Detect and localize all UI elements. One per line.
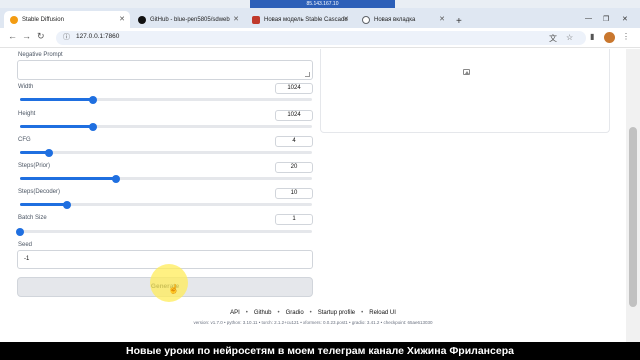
height-slider-fill bbox=[20, 125, 93, 128]
batch-size-slider-thumb[interactable] bbox=[16, 227, 24, 236]
steps-prior-label: Steps(Prior) bbox=[18, 163, 51, 169]
close-window-icon[interactable]: ✕ bbox=[622, 15, 628, 23]
steps-decoder-slider[interactable] bbox=[20, 200, 312, 209]
version-info: version: v1.7.0 • python: 3.10.11 • torc… bbox=[193, 320, 433, 325]
width-slider-thumb[interactable] bbox=[89, 95, 97, 104]
url-text: 127.0.0.1:7860 bbox=[76, 33, 120, 40]
steps-prior-slider-thumb[interactable] bbox=[112, 174, 121, 183]
click-highlight bbox=[150, 264, 188, 302]
remote-host-label[interactable]: 85.143.167.10 bbox=[250, 0, 395, 8]
footer-link-api[interactable]: API bbox=[230, 310, 240, 316]
stable-diffusion-favicon-icon bbox=[10, 15, 18, 24]
negative-prompt-label: Negative Prompt bbox=[18, 52, 63, 58]
page-scrollbar[interactable] bbox=[626, 49, 640, 342]
cfg-slider-thumb[interactable] bbox=[45, 148, 54, 157]
batch-size-slider[interactable] bbox=[16, 227, 312, 236]
footer-separator: • bbox=[309, 310, 312, 316]
tab-title: GitHub - blue-pen5805/sdweb bbox=[150, 16, 230, 23]
footer-link-startup-profile[interactable]: Startup profile bbox=[318, 310, 355, 316]
scrollbar-thumb[interactable] bbox=[629, 127, 637, 307]
remote-desktop-bar: 85.143.167.10 bbox=[0, 0, 640, 8]
image-placeholder-icon bbox=[463, 69, 470, 75]
negative-prompt-textarea[interactable] bbox=[17, 60, 313, 80]
tab-stable-diffusion[interactable]: Stable Diffusion ✕ bbox=[4, 11, 130, 28]
batch-size-number-input[interactable]: 1 bbox=[275, 214, 313, 225]
steps-decoder-slider-fill bbox=[20, 203, 67, 206]
footer-links: API • Github • Gradio • Startup profile • Reload… bbox=[0, 310, 626, 316]
tab-new-tab[interactable]: Новая вкладка ✕ bbox=[356, 11, 450, 28]
tab-title: Новая модель Stable Cascade bbox=[264, 16, 348, 23]
promo-banner: Новые уроки по нейросетям в моем телегра… bbox=[0, 342, 640, 360]
hand-cursor-icon: ☝ bbox=[168, 284, 180, 294]
close-tab-icon[interactable]: ✕ bbox=[343, 15, 349, 23]
tab-stable-cascade[interactable]: Новая модель Stable Cascade ✕ bbox=[246, 11, 354, 28]
address-bar-row: ← → ↻ ⓘ 127.0.0.1:7860 文 ☆ ▮ ⋮ bbox=[0, 28, 640, 48]
profile-avatar[interactable] bbox=[604, 32, 615, 43]
steps-decoder-label: Steps(Decoder) bbox=[18, 189, 61, 195]
new-tab-plus-icon[interactable]: + bbox=[456, 16, 462, 27]
bookmark-star-icon[interactable]: ☆ bbox=[566, 33, 573, 42]
close-tab-icon[interactable]: ✕ bbox=[119, 15, 125, 23]
height-label: Height bbox=[18, 111, 36, 117]
close-tab-icon[interactable]: ✕ bbox=[233, 15, 239, 23]
close-tab-icon[interactable]: ✕ bbox=[439, 15, 445, 23]
article-favicon-icon bbox=[252, 15, 260, 24]
steps-decoder-slider-thumb[interactable] bbox=[62, 200, 71, 209]
steps-prior-slider-fill bbox=[20, 177, 117, 180]
seed-label: Seed bbox=[18, 242, 33, 248]
sidebar-icon[interactable]: ▮ bbox=[590, 32, 594, 41]
tab-github[interactable]: GitHub - blue-pen5805/sdweb ✕ bbox=[132, 11, 244, 28]
height-number-input[interactable]: 1024 bbox=[275, 110, 313, 121]
output-gallery bbox=[320, 49, 610, 133]
footer-link-gradio[interactable]: Gradio bbox=[286, 310, 304, 316]
footer-separator: • bbox=[361, 310, 364, 316]
width-slider[interactable] bbox=[20, 95, 312, 104]
forward-arrow-icon[interactable]: → bbox=[22, 31, 31, 41]
width-number-input[interactable]: 1024 bbox=[275, 83, 313, 94]
back-arrow-icon[interactable]: ← bbox=[8, 31, 17, 41]
height-slider-thumb[interactable] bbox=[89, 122, 97, 131]
footer-separator: • bbox=[277, 310, 280, 316]
desktop-screen: 85.143.167.10 Stable Diffusion ✕ GitHub … bbox=[0, 0, 640, 342]
batch-size-label: Batch Size bbox=[18, 215, 47, 221]
cfg-number-input[interactable]: 4 bbox=[275, 136, 313, 147]
cfg-slider[interactable] bbox=[20, 148, 312, 157]
browser-tab-strip: Stable Diffusion ✕ GitHub - blue-pen5805… bbox=[0, 8, 640, 28]
address-bar[interactable]: ⓘ 127.0.0.1:7860 文 ☆ bbox=[56, 31, 586, 45]
menu-dots-icon[interactable]: ⋮ bbox=[622, 32, 630, 41]
web-page: Negative Prompt Width 1024 Height 1024 C… bbox=[0, 49, 626, 342]
github-favicon-icon bbox=[138, 15, 146, 24]
steps-decoder-number-input[interactable]: 10 bbox=[275, 188, 313, 199]
steps-prior-slider[interactable] bbox=[20, 174, 312, 183]
footer-separator: • bbox=[245, 310, 248, 316]
height-slider[interactable] bbox=[20, 122, 312, 131]
chrome-favicon-icon bbox=[362, 15, 370, 24]
tab-title: Stable Diffusion bbox=[22, 16, 64, 23]
minimize-icon[interactable]: — bbox=[585, 15, 592, 22]
site-info-icon[interactable]: ⓘ bbox=[63, 32, 70, 42]
reload-icon[interactable]: ↻ bbox=[37, 31, 45, 42]
footer-link-github[interactable]: Github bbox=[254, 310, 272, 316]
cfg-label: CFG bbox=[18, 137, 31, 143]
steps-prior-number-input[interactable]: 20 bbox=[275, 162, 313, 173]
maximize-icon[interactable]: ❐ bbox=[603, 15, 609, 23]
width-label: Width bbox=[18, 84, 34, 90]
width-slider-fill bbox=[20, 98, 93, 101]
footer-link-reload-ui[interactable]: Reload UI bbox=[369, 310, 396, 316]
tab-title: Новая вкладка bbox=[374, 16, 416, 23]
translate-icon[interactable]: 文 bbox=[549, 33, 557, 44]
